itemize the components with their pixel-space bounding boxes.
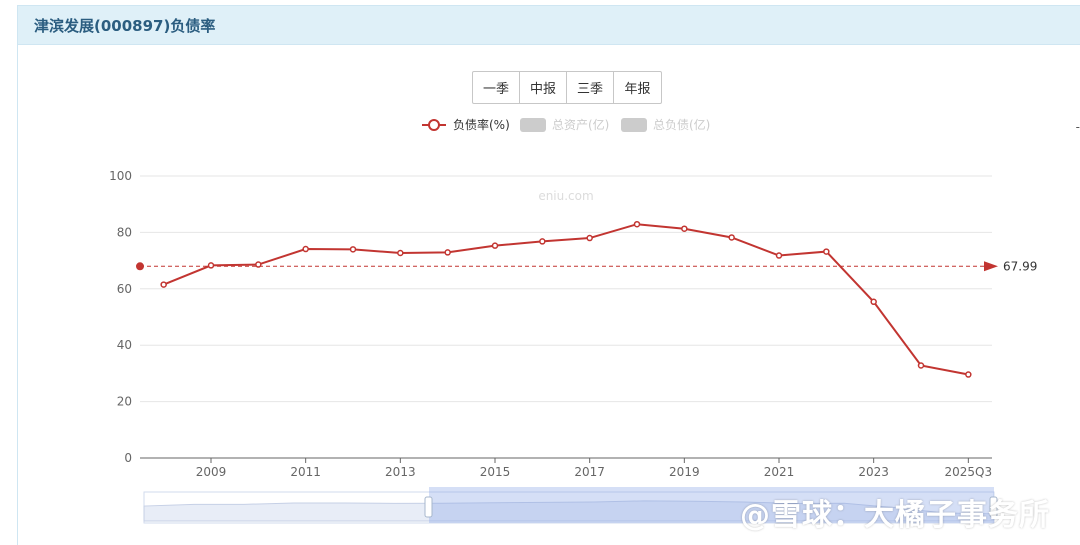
- legend-item-total-assets[interactable]: 总资产(亿): [520, 117, 609, 132]
- legend-rect-icon: [520, 118, 546, 132]
- legend-item-total-liabilities[interactable]: 总负债(亿): [621, 117, 710, 132]
- tab-annual[interactable]: 年报: [614, 72, 661, 103]
- legend-item-debt-ratio[interactable]: 负债率(%): [422, 117, 510, 132]
- zoom-handle-left[interactable]: [424, 496, 433, 518]
- legend: 负债率(%) 总资产(亿) 总负债(亿): [422, 117, 710, 132]
- page-title: 津滨发展(000897)负债率: [34, 16, 216, 35]
- tab-q1[interactable]: 一季: [473, 72, 520, 103]
- legend-label: 总负债(亿): [653, 117, 710, 132]
- legend-label: 负债率(%): [453, 117, 510, 132]
- legend-line-icon: [428, 119, 440, 131]
- tab-half-year[interactable]: 中报: [520, 72, 567, 103]
- panel-header: 津滨发展(000897)负债率: [18, 6, 1080, 45]
- watermark: @雪球：大橘子事务所: [740, 498, 1050, 533]
- period-tabs: 一季 中报 三季 年报: [472, 71, 662, 104]
- legend-label: 总资产(亿): [552, 117, 609, 132]
- edge-mark: -: [1075, 120, 1080, 134]
- tab-q3[interactable]: 三季: [567, 72, 614, 103]
- legend-rect-icon: [621, 118, 647, 132]
